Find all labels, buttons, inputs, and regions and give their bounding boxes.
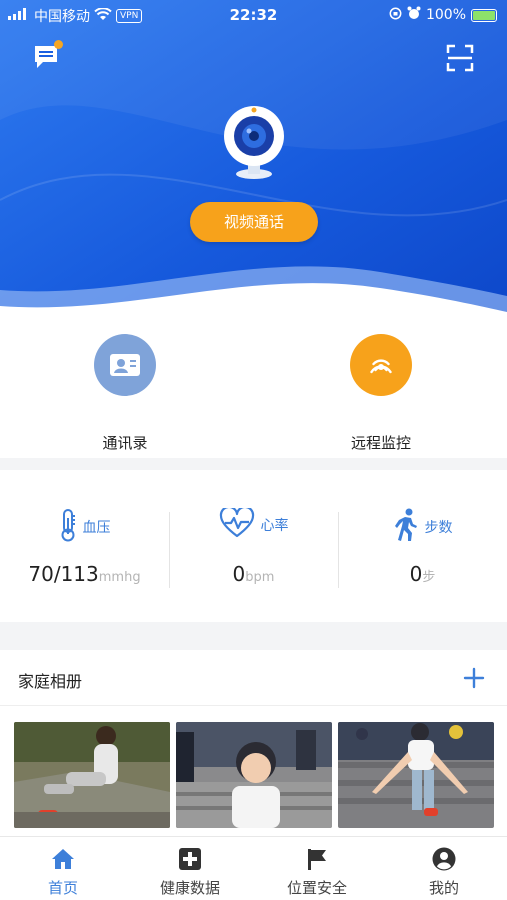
family-album: 家庭相册: [0, 650, 507, 836]
plus-icon[interactable]: [462, 666, 486, 690]
heart-rate-value: 0: [232, 562, 246, 586]
photo-3[interactable]: [338, 722, 494, 828]
thermometer-icon: [59, 508, 77, 546]
bottom-tab-bar: 首页 健康数据 位置安全 我的: [0, 836, 507, 900]
tab-mine-label: 我的: [428, 879, 459, 897]
heart-rate-metric[interactable]: 心率 0bpm: [169, 470, 338, 622]
photo-1[interactable]: [14, 722, 170, 828]
battery-icon: [471, 8, 497, 22]
contacts-label: 通讯录: [102, 434, 148, 452]
steps-value: 0: [409, 562, 423, 586]
tab-location-safety-label: 位置安全: [286, 879, 347, 897]
steps-label: 步数: [424, 520, 453, 536]
contacts-action[interactable]: 通讯录: [45, 334, 205, 453]
tab-location-safety[interactable]: 位置安全: [254, 837, 380, 900]
tab-health-data[interactable]: 健康数据: [127, 837, 253, 900]
remote-monitor-label: 远程监控: [350, 434, 411, 452]
photo-2[interactable]: [176, 722, 332, 828]
heart-rate-icon: [219, 505, 255, 542]
steps-metric[interactable]: 步数 0步: [338, 470, 507, 622]
scan-icon[interactable]: [446, 44, 474, 72]
medical-cross-icon: [178, 847, 202, 871]
flag-icon: [305, 847, 329, 871]
heart-rate-unit: bpm: [245, 570, 275, 585]
blood-pressure-label: 血压: [82, 520, 111, 536]
hero-banner: 中国移动 VPN 22:32 100% 视频通话: [0, 0, 507, 320]
walking-icon: [393, 508, 419, 546]
user-icon: [432, 847, 456, 871]
heart-rate-label: 心率: [260, 518, 289, 534]
alarm-icon: [407, 6, 421, 24]
status-bar: 中国移动 VPN 22:32 100%: [0, 6, 507, 26]
steps-unit: 步: [422, 570, 436, 585]
notification-dot: [54, 40, 63, 49]
contacts-card-icon: [94, 334, 156, 396]
video-call-button[interactable]: 视频通话: [190, 202, 318, 242]
health-metrics: 血压 70/113mmhg 心率 0bpm 步数 0步: [0, 470, 507, 622]
rotation-lock-icon: [389, 7, 402, 24]
blood-pressure-unit: mmhg: [98, 570, 141, 585]
remote-monitor-action[interactable]: 远程监控: [301, 334, 461, 453]
broadcast-icon: [350, 334, 412, 396]
divider: [0, 705, 507, 706]
webcam-icon: [222, 104, 286, 180]
album-title: 家庭相册: [18, 672, 83, 691]
tab-health-data-label: 健康数据: [159, 879, 220, 897]
blood-pressure-value: 70/113: [28, 562, 99, 586]
battery-percent: 100%: [425, 7, 466, 23]
quick-actions: 通讯录 远程监控: [0, 320, 507, 458]
blood-pressure-metric[interactable]: 血压 70/113mmhg: [0, 470, 169, 622]
tab-mine[interactable]: 我的: [381, 837, 507, 900]
tab-home-label: 首页: [47, 879, 78, 897]
home-icon: [51, 847, 75, 871]
tab-home[interactable]: 首页: [0, 837, 126, 900]
